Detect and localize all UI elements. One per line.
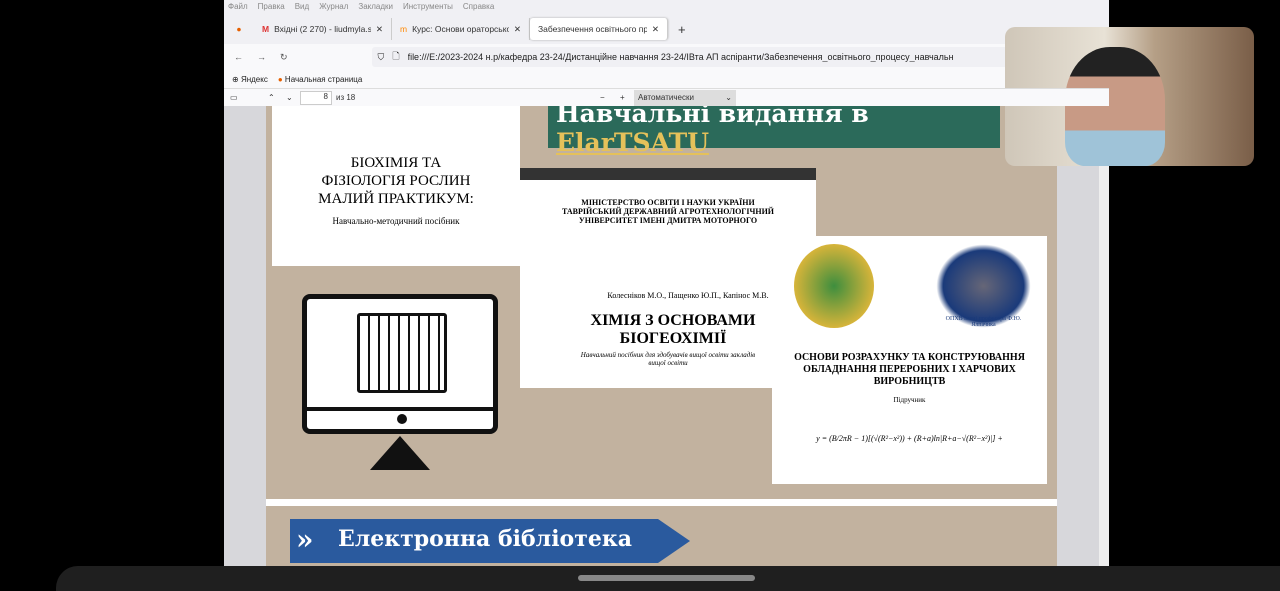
- pdf-toolbar: ▭ ⌃ ⌄ 8 из 18 − + Автоматически ⌄: [224, 88, 1109, 106]
- close-icon[interactable]: ✕: [514, 24, 521, 35]
- book-ministry: МІНІСТЕРСТВО ОСВІТИ І НАУКИ УКРАЇНИ ТАВР…: [561, 198, 775, 225]
- tab-gmail[interactable]: M Вхідні (2 270) - liudmyla.shlein ✕: [254, 18, 392, 40]
- page-number-input[interactable]: 8: [300, 90, 332, 105]
- globe-icon: ⊕: [232, 74, 239, 84]
- bookmarks-bar: ⊕ Яндекс ● Начальная страница: [224, 70, 1109, 88]
- zoom-out-icon[interactable]: −: [600, 93, 605, 102]
- tsatu-emblem: [794, 244, 874, 328]
- formula: y = (B/2πR − 1)[(√(R²−x²)) + (R+a)ln|R+a…: [816, 434, 1003, 443]
- book-subtitle: Навчально-методичний посібник: [332, 216, 460, 226]
- chevron-right-icon: »: [296, 523, 314, 556]
- bookmark-home[interactable]: ● Начальная страница: [278, 75, 362, 84]
- file-icon: 🗋: [392, 51, 400, 61]
- home-indicator[interactable]: [578, 575, 755, 581]
- shield-icon[interactable]: ⛉: [378, 52, 385, 63]
- firefox-icon[interactable]: ●: [224, 24, 254, 34]
- menu-edit[interactable]: Правка: [258, 2, 285, 12]
- chevron-down-icon: ⌄: [725, 93, 732, 102]
- menu-bookmarks[interactable]: Закладки: [358, 2, 393, 12]
- library-banner[interactable]: » Електронна бібліотека: [290, 519, 690, 563]
- close-icon[interactable]: ✕: [652, 24, 659, 35]
- header-text: Навчальні видання в: [556, 106, 869, 128]
- back-icon[interactable]: ←: [234, 52, 243, 62]
- computer-book-icon: [302, 294, 498, 434]
- url-bar[interactable]: ⛉ 🗋 file:///E:/2023-2024 н.р/кафедра 23-2…: [371, 47, 1101, 67]
- reload-icon[interactable]: ↻: [280, 52, 288, 63]
- bookmark-yandex[interactable]: ⊕ Яндекс: [232, 75, 268, 84]
- scrollbar[interactable]: [1099, 106, 1109, 566]
- moodle-icon: m: [400, 24, 408, 34]
- book-subtitle: Підручник: [893, 396, 926, 404]
- book-cover-equipment: ОПХВ імені професора Ф.Ю. Ялпачика ОСНОВ…: [772, 236, 1047, 484]
- pdf-page: Навчальні видання в ElarTSATU БІОХІМІЯ Т…: [266, 106, 1057, 566]
- monitor-stand: [370, 436, 430, 470]
- tab-strip: ● M Вхідні (2 270) - liudmyla.shlein ✕ m Ку…: [224, 14, 1109, 44]
- slide-header: Навчальні видання в ElarTSATU: [548, 106, 1000, 157]
- bookmark-label: Яндекс: [240, 74, 268, 84]
- zoom-select[interactable]: Автоматически ⌄: [634, 90, 736, 106]
- new-tab-button[interactable]: +: [668, 22, 696, 37]
- tab-pdf[interactable]: Забезпечення освітнього процесу ✕: [530, 18, 668, 40]
- forward-icon[interactable]: →: [257, 52, 266, 62]
- browser-window: Файл Правка Вид Журнал Закладки Инструме…: [224, 0, 1109, 566]
- bookmark-label: Начальная страница: [284, 74, 363, 84]
- tab-label: Забезпечення освітнього процесу: [538, 24, 647, 34]
- menu-help[interactable]: Справка: [463, 2, 494, 12]
- tab-label: Курс: Основи ораторського м: [412, 24, 509, 34]
- tab-label: Вхідні (2 270) - liudmyla.shlein: [274, 24, 371, 34]
- next-page-icon[interactable]: ⌄: [286, 93, 293, 102]
- menu-bar: Файл Правка Вид Журнал Закладки Инструме…: [224, 0, 1109, 14]
- close-icon[interactable]: ✕: [376, 24, 383, 35]
- gmail-icon: M: [262, 24, 270, 34]
- menu-view[interactable]: Вид: [295, 2, 309, 12]
- sidebar-toggle-icon[interactable]: ▭: [230, 93, 238, 102]
- zoom-value: Автоматически: [638, 93, 694, 102]
- page-count: из 18: [336, 93, 356, 102]
- zoom-in-icon[interactable]: +: [620, 93, 625, 102]
- menu-tools[interactable]: Инструменты: [403, 2, 453, 12]
- menu-file[interactable]: Файл: [228, 2, 248, 12]
- firefox-icon: ●: [277, 74, 283, 84]
- pdf-viewer: Навчальні видання в ElarTSATU БІОХІМІЯ Т…: [224, 106, 1109, 566]
- book-cover-biochemistry: БІОХІМІЯ ТА ФІЗІОЛОГІЯ РОСЛИН МАЛИЙ ПРАК…: [272, 106, 520, 266]
- elartsatu-link[interactable]: ElarTSATU: [556, 128, 709, 157]
- prev-page-icon[interactable]: ⌃: [268, 93, 275, 102]
- menu-history[interactable]: Журнал: [319, 2, 348, 12]
- banner-text: Електронна бібліотека: [338, 526, 632, 552]
- url-text: file:///E:/2023-2024 н.р/кафедра 23-24/Д…: [407, 52, 954, 62]
- tab-course[interactable]: m Курс: Основи ораторського м ✕: [392, 18, 530, 40]
- nav-bar: ← → ↻ ⛉ 🗋 file:///E:/2023-2024 н.р/кафедр…: [224, 44, 1109, 70]
- ophv-logo: ОПХВ імені професора Ф.Ю. Ялпачика: [936, 244, 1031, 328]
- book-title: БІОХІМІЯ ТА ФІЗІОЛОГІЯ РОСЛИН МАЛИЙ ПРАК…: [318, 155, 474, 207]
- speaker-figure: [1065, 47, 1165, 166]
